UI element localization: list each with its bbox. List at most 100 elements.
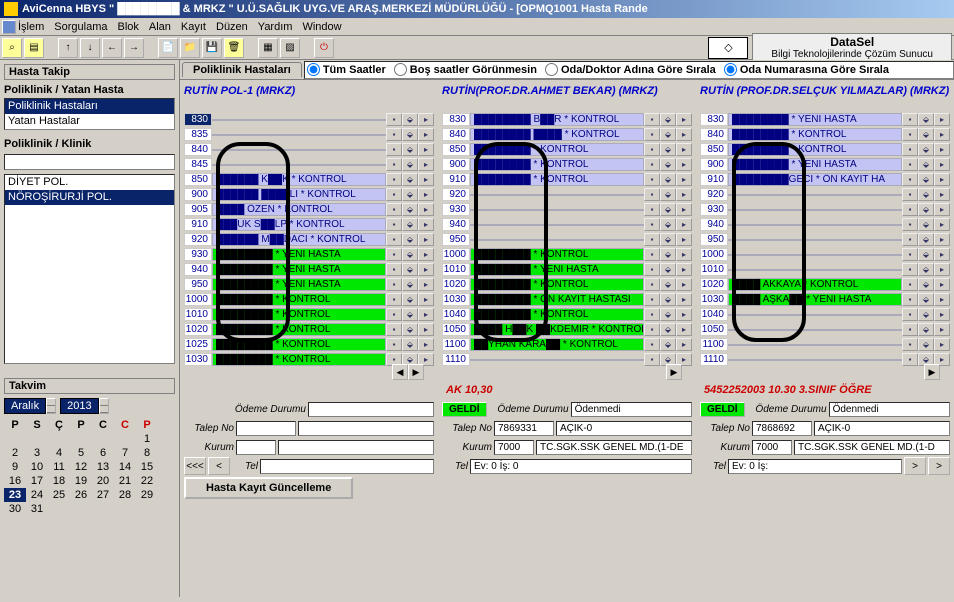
calendar-day[interactable] [26, 432, 48, 446]
calendar-day[interactable]: 19 [70, 474, 92, 488]
slot-action-button[interactable]: ⬙ [402, 338, 418, 351]
slot-action-button[interactable]: ▪ [386, 128, 402, 141]
time-slot[interactable]: 1000████████ * KONTROL▪⬙▸ [184, 292, 434, 307]
time-slot[interactable]: 950▪⬙▸ [700, 232, 950, 247]
time-slot[interactable]: 845▪⬙▸ [184, 157, 434, 172]
slot-action-button[interactable]: ⬙ [402, 233, 418, 246]
slot-action-button[interactable]: ▸ [676, 293, 692, 306]
calendar-day[interactable]: 17 [26, 474, 48, 488]
slot-action-button[interactable]: ▸ [934, 158, 950, 171]
menu-islem[interactable]: İşlem [18, 21, 44, 33]
time-slot[interactable]: 830▪⬙▸ [184, 112, 434, 127]
slot-action-button[interactable]: ▪ [644, 338, 660, 351]
calendar-day[interactable]: 23 [4, 488, 26, 502]
slot-action-button[interactable]: ⬙ [918, 308, 934, 321]
slot-action-button[interactable]: ⬙ [402, 128, 418, 141]
slot-action-button[interactable]: ▸ [934, 188, 950, 201]
slot-action-button[interactable]: ⬙ [660, 128, 676, 141]
slot-action-button[interactable]: ⬙ [402, 158, 418, 171]
time-slot[interactable]: 900████████ * KONTROL▪⬙▸ [442, 157, 692, 172]
time-slot[interactable]: 920▪⬙▸ [442, 187, 692, 202]
time-slot[interactable]: 1100▪⬙▸ [700, 337, 950, 352]
list-item[interactable]: Poliklinik Hastaları [5, 99, 174, 114]
calendar-day[interactable]: 7 [114, 446, 136, 460]
time-slot[interactable]: 920██████ M██DACI * KONTROL▪⬙▸ [184, 232, 434, 247]
slot-action-button[interactable]: ▪ [386, 143, 402, 156]
slot-action-button[interactable]: ▪ [902, 158, 918, 171]
calendar-day[interactable]: 3 [26, 446, 48, 460]
slot-action-button[interactable]: ▪ [386, 293, 402, 306]
slot-action-button[interactable]: ▸ [676, 248, 692, 261]
slot-action-button[interactable]: ▪ [902, 218, 918, 231]
slot-action-button[interactable]: ▪ [386, 323, 402, 336]
slot-action-button[interactable]: ▸ [418, 233, 434, 246]
slot-action-button[interactable]: ▪ [386, 203, 402, 216]
slot-action-button[interactable]: ▸ [676, 158, 692, 171]
scroll-right-button[interactable]: ▶ [666, 364, 682, 380]
toolbar-left[interactable]: ← [102, 38, 122, 58]
slot-action-button[interactable]: ▸ [934, 218, 950, 231]
radio-bos-saatler[interactable]: Boş saatler Görünmesin [394, 63, 537, 76]
calendar-day[interactable]: 30 [4, 502, 26, 516]
slot-action-button[interactable]: ⬙ [660, 263, 676, 276]
slot-action-button[interactable]: ▪ [902, 173, 918, 186]
slot-action-button[interactable]: ▪ [902, 293, 918, 306]
time-slot[interactable]: 1040████████ * KONTROL▪⬙▸ [442, 307, 692, 322]
slot-action-button[interactable]: ⬙ [660, 143, 676, 156]
slot-action-button[interactable]: ⬙ [918, 173, 934, 186]
slot-action-button[interactable]: ⬙ [660, 248, 676, 261]
slot-action-button[interactable]: ▪ [902, 128, 918, 141]
slot-action-button[interactable]: ⬙ [660, 338, 676, 351]
slot-action-button[interactable]: ▪ [386, 173, 402, 186]
calendar-day[interactable]: 27 [92, 488, 114, 502]
calendar-day[interactable]: 26 [70, 488, 92, 502]
time-slot[interactable]: 830████████ * YENİ HASTA▪⬙▸ [700, 112, 950, 127]
slot-action-button[interactable]: ▪ [644, 308, 660, 321]
slot-action-button[interactable]: ▪ [644, 233, 660, 246]
kurum-code[interactable] [236, 440, 276, 455]
slot-action-button[interactable]: ▪ [386, 113, 402, 126]
slot-action-button[interactable]: ▸ [934, 128, 950, 141]
calendar-day[interactable]: 10 [26, 460, 48, 474]
slot-action-button[interactable]: ▪ [644, 113, 660, 126]
toolbar-button[interactable]: ▨ [280, 38, 300, 58]
slot-action-button[interactable]: ▸ [934, 293, 950, 306]
slot-action-button[interactable]: ▪ [902, 233, 918, 246]
slot-action-button[interactable]: ▪ [386, 233, 402, 246]
time-slot[interactable]: 850████████ * KONTROL▪⬙▸ [700, 142, 950, 157]
slot-action-button[interactable]: ▸ [676, 338, 692, 351]
month-spinner[interactable] [46, 398, 56, 414]
calendar-day[interactable]: 29 [136, 488, 158, 502]
menu-window[interactable]: Window [302, 21, 341, 33]
slot-action-button[interactable]: ⬙ [660, 308, 676, 321]
slot-action-button[interactable]: ▪ [644, 188, 660, 201]
slot-action-button[interactable]: ▪ [902, 278, 918, 291]
time-slot[interactable]: 920▪⬙▸ [700, 187, 950, 202]
slot-action-button[interactable]: ▪ [386, 158, 402, 171]
time-slot[interactable]: 850████████ * KONTROL▪⬙▸ [442, 142, 692, 157]
time-slot[interactable]: 900████████ * YENİ HASTA▪⬙▸ [700, 157, 950, 172]
time-slot[interactable]: 930████████ * YENİ HASTA▪⬙▸ [184, 247, 434, 262]
slot-action-button[interactable]: ▸ [934, 323, 950, 336]
slot-action-button[interactable]: ⬙ [402, 248, 418, 261]
time-slot[interactable]: 840▪⬙▸ [184, 142, 434, 157]
tab-poliklinik[interactable]: Poliklinik Hastaları [182, 62, 302, 77]
menu-alan[interactable]: Alan [149, 21, 171, 33]
time-slot[interactable]: 850██████ K██K * KONTROL▪⬙▸ [184, 172, 434, 187]
slot-action-button[interactable]: ▸ [934, 308, 950, 321]
slot-action-button[interactable]: ⬙ [918, 323, 934, 336]
calendar-day[interactable] [92, 502, 114, 516]
toolbar-up[interactable]: ↑ [58, 38, 78, 58]
slot-action-button[interactable]: ▸ [676, 143, 692, 156]
slot-action-button[interactable]: ▸ [418, 143, 434, 156]
calendar-day[interactable]: 24 [26, 488, 48, 502]
slot-action-button[interactable]: ▸ [418, 323, 434, 336]
slot-action-button[interactable]: ⬙ [918, 338, 934, 351]
slot-action-button[interactable]: ⬙ [918, 203, 934, 216]
toolbar-button[interactable]: ⌕ [2, 38, 22, 58]
time-slot[interactable]: 940████████ * YENİ HASTA▪⬙▸ [184, 262, 434, 277]
slot-action-button[interactable]: ▸ [934, 113, 950, 126]
slot-action-button[interactable]: ⬙ [918, 188, 934, 201]
slot-action-button[interactable]: ▪ [644, 323, 660, 336]
slot-action-button[interactable]: ⬙ [918, 158, 934, 171]
